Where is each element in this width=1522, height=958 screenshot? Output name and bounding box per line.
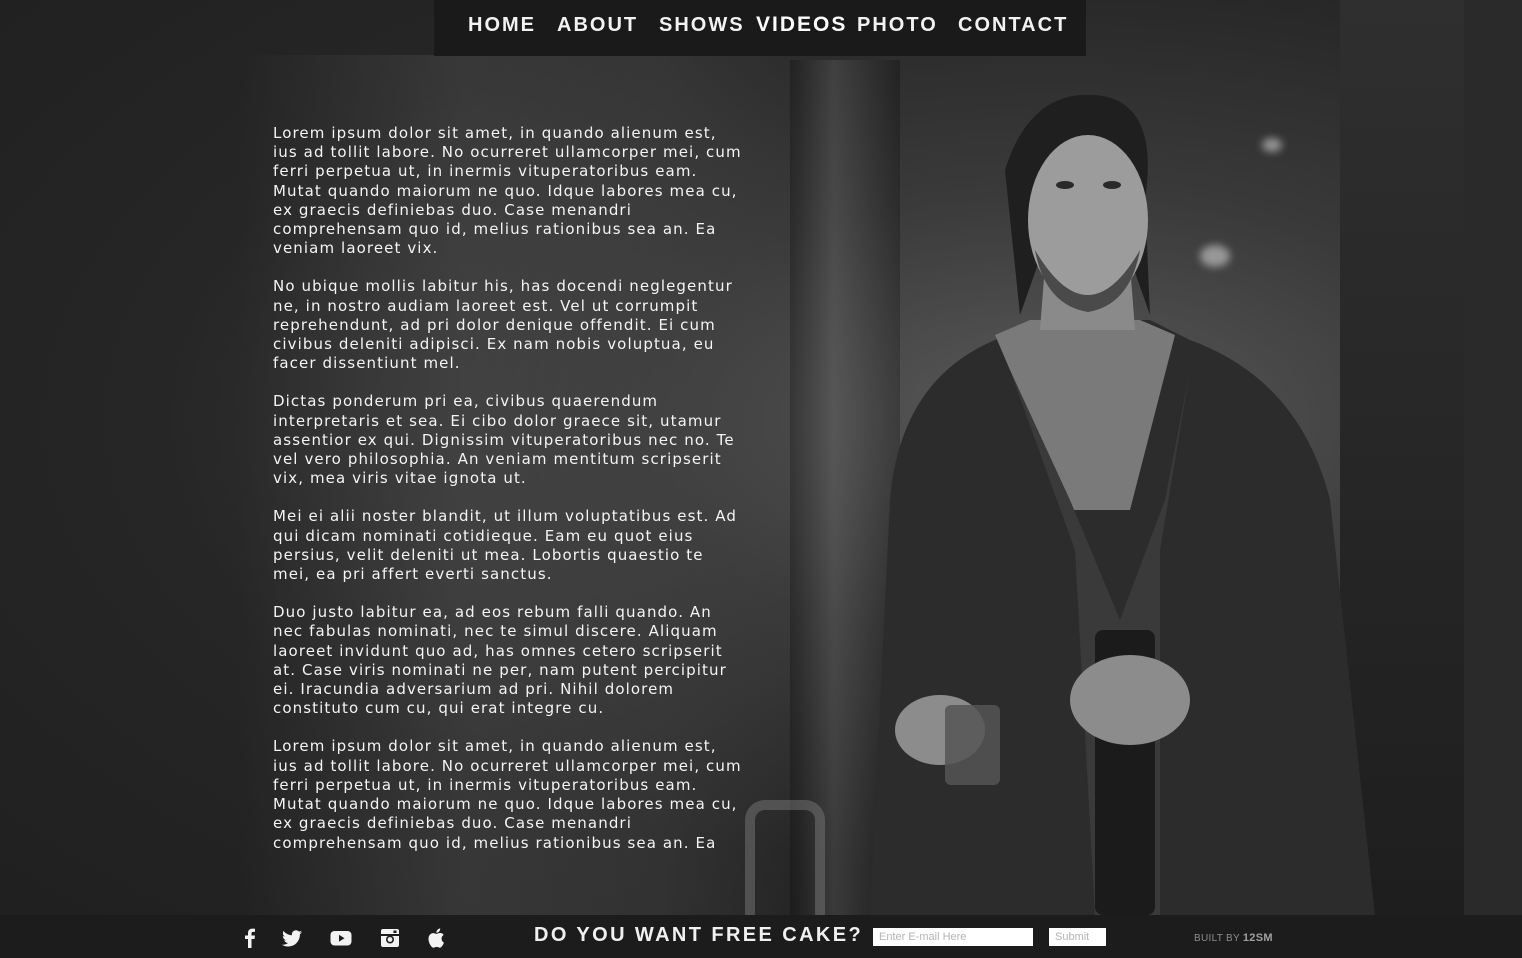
- main-content: Lorem ipsum dolor sit amet, in quando al…: [273, 124, 743, 872]
- apple-icon[interactable]: [425, 926, 449, 950]
- content-paragraph: Mei ei alii noster blandit, ut illum vol…: [273, 507, 737, 584]
- hero-person-image: [870, 94, 1375, 915]
- nav-photo[interactable]: PHOTO: [857, 14, 938, 37]
- facebook-icon[interactable]: [238, 926, 262, 950]
- content-paragraph: Duo justo labitur ea, ad eos rebum falli…: [273, 603, 727, 718]
- nav-shows[interactable]: SHOWS: [659, 14, 745, 37]
- content-paragraph: Lorem ipsum dolor sit amet, in quando al…: [273, 124, 742, 258]
- submit-button[interactable]: Submit: [1049, 928, 1106, 946]
- nav-videos[interactable]: VIDEOS: [756, 13, 847, 37]
- main-nav: HOME ABOUT SHOWS VIDEOS PHOTO CONTACT: [434, 0, 1086, 56]
- background-far-right: [1464, 0, 1522, 958]
- built-by-name: 12SM: [1242, 932, 1273, 944]
- content-paragraph: Lorem ipsum dolor sit amet, in quando al…: [273, 737, 742, 852]
- nav-about[interactable]: ABOUT: [557, 14, 638, 37]
- twitter-icon[interactable]: [280, 926, 304, 950]
- nav-home[interactable]: HOME: [468, 14, 536, 37]
- built-by-prefix: BUILT BY: [1194, 933, 1240, 944]
- nav-contact[interactable]: CONTACT: [958, 14, 1068, 37]
- built-by-credit[interactable]: BUILT BY 12SM: [1194, 932, 1273, 944]
- instagram-icon[interactable]: [378, 926, 402, 950]
- content-paragraph: No ubique mollis labitur his, has docend…: [273, 277, 733, 373]
- youtube-icon[interactable]: [329, 926, 353, 950]
- newsletter-cta-heading: DO YOU WANT FREE CAKE?: [534, 924, 864, 946]
- email-input[interactable]: [873, 928, 1033, 946]
- content-paragraph: Dictas ponderum pri ea, civibus quaerend…: [273, 392, 735, 488]
- background-door-handle: [745, 800, 825, 925]
